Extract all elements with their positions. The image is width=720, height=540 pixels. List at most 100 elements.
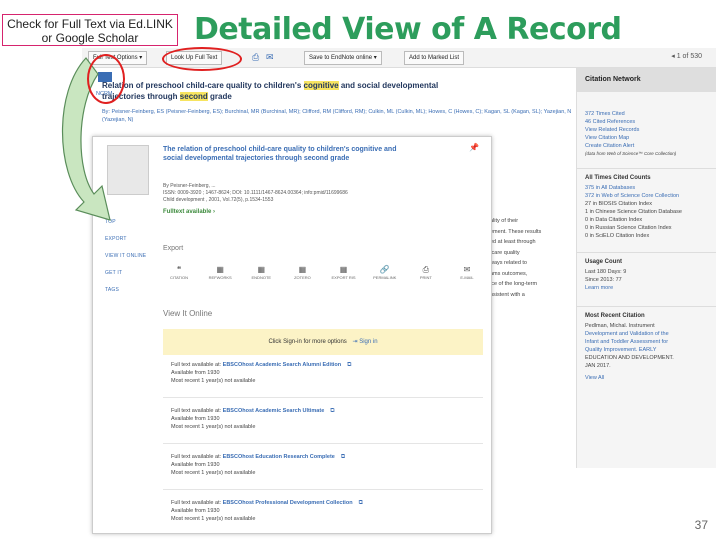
recent-line: JAN 2017. (585, 363, 611, 369)
export-citation[interactable]: ❝ CITATION (163, 265, 195, 281)
recent-citation-title: Most Recent Citation (585, 313, 645, 319)
learn-more-link[interactable]: Learn more (585, 284, 708, 292)
citation-network-panel: Citation Network 372 Times Cited 46 Cite… (576, 68, 716, 468)
export-ris-label: EXPORT RIS (331, 275, 356, 280)
recent-line[interactable]: Infant and Toddler Assessment for (585, 338, 708, 346)
external-link-icon[interactable]: ⧉ (359, 500, 363, 506)
holding-link[interactable]: EBSCOhost Academic Search Ultimate (223, 408, 325, 414)
print-icon: ⎙ (422, 265, 430, 274)
export-permalink-label: PERMALINK (373, 275, 397, 280)
count-line[interactable]: 372 in Web of Science Core Collection (585, 192, 708, 200)
endnote-icon: ▦ (257, 265, 266, 274)
citation-map-link[interactable]: View Citation Map (585, 134, 708, 142)
side-nav-get-it[interactable]: GET IT (105, 270, 155, 276)
lookup-highlight-circle (162, 47, 242, 71)
cited-references-link[interactable]: 46 Cited References (585, 118, 708, 126)
holding-link[interactable]: EBSCOhost Professional Development Colle… (223, 500, 353, 506)
external-link-icon[interactable]: ⧉ (330, 408, 334, 414)
fulltext-available-link[interactable]: Fulltext available › (163, 209, 215, 215)
export-zotero[interactable]: ▦ ZOTERO (286, 265, 318, 281)
sign-in-link[interactable]: ⇥ Sign in (352, 339, 377, 345)
pin-icon[interactable]: 📌 (469, 143, 479, 152)
snippet-line: ways related to (490, 260, 527, 266)
holding-label: Full text available at: (171, 500, 222, 506)
record-title-part: grade (207, 92, 232, 101)
export-refworks-label: REFWORKS (208, 275, 232, 280)
slide-title: Detailed View of A Record (194, 12, 622, 47)
add-to-marked-list-button[interactable]: Add to Marked List (404, 51, 465, 65)
save-to-endnote-button[interactable]: Save to EndNote online ▾ (304, 51, 382, 65)
print-icon[interactable]: ⎙ (252, 52, 259, 62)
usage-line: Since 2013: 77 (585, 277, 622, 283)
holding-item: Full text available at: EBSCOhost Profes… (171, 499, 471, 523)
export-endnote[interactable]: ▦ ENDNOTE (245, 265, 277, 281)
export-endnote-label: ENDNOTE (251, 275, 272, 280)
holding-from: Available from 1930 (171, 370, 220, 376)
popup-meta: By Peisner-Feinberg, ... ISSN: 0009-3920… (163, 183, 433, 204)
holding-recent: Most recent 1 year(s) not available (171, 378, 256, 384)
export-email[interactable]: ✉ E-MAIL (451, 265, 483, 281)
holding-recent: Most recent 1 year(s) not available (171, 470, 256, 476)
holding-item: Full text available at: EBSCOhost Academ… (171, 407, 471, 431)
external-link-icon[interactable]: ⧉ (341, 454, 345, 460)
data-source-note: (data from Web of Science™ Core Collecti… (585, 151, 677, 156)
snippet-line: ement. These results (490, 228, 542, 235)
holding-item: Full text available at: EBSCOhost Educat… (171, 453, 471, 477)
record-title-part: and social developmental (338, 81, 439, 90)
usage-count-title: Usage Count (585, 259, 623, 265)
popup-identifiers: ISSN: 0009-3920 ; 1467-8624; DOI: 10.111… (163, 190, 348, 196)
full-text-popup: The relation of preschool child-care qua… (92, 136, 492, 534)
recent-line[interactable]: Development and Validation of the (585, 330, 708, 338)
holding-recent: Most recent 1 year(s) not available (171, 424, 256, 430)
count-line: 0 in SciELO Citation Index (585, 233, 650, 239)
export-ris[interactable]: ▦ EXPORT RIS (328, 265, 360, 281)
export-refworks[interactable]: ▦ REFWORKS (204, 265, 236, 281)
count-line: 0 in Data Citation Index (585, 217, 643, 223)
view-online-heading: View It Online (163, 309, 213, 318)
export-actions: ❝ CITATION ▦ REFWORKS ▦ ENDNOTE ▦ ZOTERO ▦ EX… (163, 265, 483, 281)
export-permalink[interactable]: 🔗 PERMALINK (369, 265, 401, 281)
snippet-line: tcare quality (490, 249, 520, 256)
export-print-label: PRINT (419, 275, 432, 280)
related-records-link[interactable]: View Related Records (585, 126, 708, 134)
export-citation-label: CITATION (169, 275, 189, 280)
usage-count-section: Usage Count Last 180 Days: 9 Since 2013:… (577, 252, 716, 296)
popup-author: By Peisner-Feinberg, ... (163, 183, 216, 189)
all-times-cited-section: All Times Cited Counts 375 in All Databa… (577, 168, 716, 244)
popup-source: Child development , 2001, Vol.72(5), p.1… (163, 197, 274, 203)
email-icon: ✉ (463, 265, 471, 274)
record-main: Relation of preschool child-care quality… (102, 80, 582, 124)
recent-citation-section: Most Recent Citation Pedlman, Michal. In… (577, 306, 716, 386)
record-title: Relation of preschool child-care quality… (102, 80, 582, 102)
times-cited-link[interactable]: 372 Times Cited (585, 110, 708, 118)
side-nav-view-online[interactable]: VIEW IT ONLINE (105, 253, 155, 259)
holding-link[interactable]: EBSCOhost Education Research Complete (223, 454, 335, 460)
view-all-link[interactable]: View All (585, 374, 708, 382)
export-label: Export (163, 245, 184, 252)
side-nav-tags[interactable]: TAGS (105, 287, 155, 293)
refworks-icon: ▦ (216, 265, 224, 274)
email-icon[interactable]: ✉ (266, 52, 274, 62)
export-print[interactable]: ⎙ PRINT (410, 265, 442, 281)
link-icon: 🔗 (379, 265, 390, 274)
count-line[interactable]: 375 in All Databases (585, 184, 708, 192)
popup-title[interactable]: The relation of preschool child-care qua… (163, 145, 403, 163)
holding-recent: Most recent 1 year(s) not available (171, 516, 256, 522)
holding-divider (163, 489, 483, 490)
signin-bar: Click Sign-in for more options ⇥ Sign in (163, 329, 483, 355)
holding-label: Full text available at: (171, 362, 222, 368)
holding-link[interactable]: EBSCOhost Academic Search Alumni Edition (223, 362, 341, 368)
citation-network-header: Citation Network (577, 68, 716, 92)
snippet-line: ice of the long-term (490, 281, 538, 287)
record-authors[interactable]: By: Peisner-Feinberg, ES (Peisner-Feinbe… (102, 108, 582, 124)
record-pager[interactable]: ◂ 1 of 530 (671, 52, 702, 60)
holding-label: Full text available at: (171, 454, 222, 460)
popup-side-nav: TOP EXPORT VIEW IT ONLINE GET IT TAGS (105, 219, 155, 304)
record-title-highlight: second (179, 92, 208, 101)
side-nav-export[interactable]: EXPORT (105, 236, 155, 242)
export-email-label: E-MAIL (460, 275, 474, 280)
external-link-icon[interactable]: ⧉ (347, 362, 351, 368)
citation-alert-link[interactable]: Create Citation Alert (585, 142, 708, 150)
recent-line[interactable]: Quality Improvement. EARLY (585, 346, 708, 354)
snippet-line: ed at least through (490, 239, 536, 245)
